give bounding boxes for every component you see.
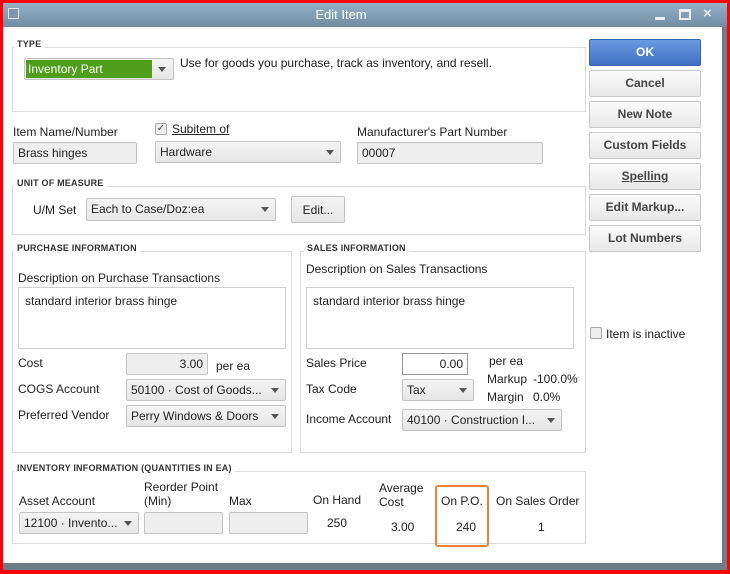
title-bar: Edit Item × <box>3 3 727 27</box>
on-po-label: On P.O. <box>441 494 483 508</box>
reorder-point-input[interactable] <box>144 512 223 534</box>
new-note-button[interactable]: New Note <box>589 101 701 128</box>
ok-button[interactable]: OK <box>589 39 701 66</box>
max-input[interactable] <box>229 512 308 534</box>
max-label: Max <box>229 494 252 508</box>
asset-account-label: Asset Account <box>19 494 96 508</box>
tax-code-label: Tax Code <box>306 382 357 396</box>
income-account-value: 40100 · Construction I... <box>407 413 536 427</box>
cost-input[interactable]: 3.00 <box>126 353 208 375</box>
purchase-desc-textarea[interactable]: standard interior brass hinge <box>18 287 286 349</box>
avg-cost-label: Average <box>379 481 424 495</box>
asset-account-value: 12100 · Invento... <box>24 516 118 530</box>
type-group-label: TYPE <box>14 39 45 49</box>
item-inactive-checkbox[interactable] <box>590 327 602 339</box>
cogs-dropdown[interactable]: 50100 · Cost of Goods... <box>126 379 286 401</box>
inventory-group-label: INVENTORY INFORMATION (QUANTITIES IN EA) <box>14 463 235 473</box>
type-description: Use for goods you purchase, track as inv… <box>180 56 492 70</box>
chevron-down-icon <box>158 67 166 72</box>
chevron-down-icon <box>261 207 269 212</box>
mfr-part-input[interactable]: 00007 <box>357 142 543 164</box>
purchase-desc-label: Description on Purchase Transactions <box>18 271 221 285</box>
reorder-label: Reorder Point <box>144 480 219 494</box>
tax-code-dropdown[interactable]: Tax <box>402 379 474 401</box>
close-icon[interactable]: × <box>703 5 712 22</box>
minimize-icon[interactable] <box>655 17 665 20</box>
cancel-button[interactable]: Cancel <box>589 70 701 97</box>
margin-value: 0.0% <box>533 390 561 404</box>
edit-markup-button[interactable]: Edit Markup... <box>589 194 701 221</box>
margin-label: Margin <box>487 390 524 404</box>
subitem-label: Subitem of <box>172 122 229 136</box>
chevron-down-icon <box>271 388 279 393</box>
subitem-checkbox[interactable]: ✓ <box>155 123 167 135</box>
chevron-down-icon <box>547 418 555 423</box>
sales-desc-textarea[interactable]: standard interior brass hinge <box>306 287 574 349</box>
on-hand-label: On Hand <box>313 493 362 507</box>
income-account-dropdown[interactable]: 40100 · Construction I... <box>402 409 562 431</box>
window-title: Edit Item <box>315 7 367 22</box>
asset-account-dropdown[interactable]: 12100 · Invento... <box>19 512 139 534</box>
markup-label: Markup <box>487 372 528 386</box>
mfr-part-label: Manufacturer's Part Number <box>357 125 508 139</box>
type-selected: Inventory Part <box>26 60 152 78</box>
on-sales-order-label: On Sales Order <box>496 494 580 508</box>
reorder-label-min: (Min) <box>144 494 172 508</box>
chevron-down-icon <box>124 521 132 526</box>
on-sales-order-value: 1 <box>538 520 545 534</box>
um-set-label: U/M Set <box>33 203 77 217</box>
subitem-dropdown[interactable]: Hardware <box>155 141 341 163</box>
cost-label: Cost <box>18 356 43 370</box>
checkmark-icon: ✓ <box>156 123 166 134</box>
sales-price-unit: per ea <box>489 354 524 368</box>
purchase-group-label: PURCHASE INFORMATION <box>14 243 140 253</box>
cogs-value: 50100 · Cost of Goods... <box>131 383 262 397</box>
um-set-value: Each to Case/Doz:ea <box>91 202 205 216</box>
uom-group-label: UNIT OF MEASURE <box>14 178 107 188</box>
chevron-down-icon <box>271 414 279 419</box>
maximize-icon[interactable] <box>679 9 691 20</box>
sales-price-input[interactable]: 0.00 <box>402 353 468 375</box>
uom-edit-button[interactable]: Edit... <box>291 196 345 223</box>
sales-group-label: SALES INFORMATION <box>304 243 409 253</box>
spelling-button[interactable]: Spelling <box>589 163 701 190</box>
income-account-label: Income Account <box>306 412 392 426</box>
on-hand-value: 250 <box>327 516 348 530</box>
subitem-label-text: Subitem of <box>172 122 230 136</box>
subitem-value: Hardware <box>160 145 213 159</box>
cogs-label: COGS Account <box>18 382 100 396</box>
markup-value: -100.0% <box>533 372 578 386</box>
item-name-input[interactable]: Brass hinges <box>13 142 137 164</box>
lot-numbers-button[interactable]: Lot Numbers <box>589 225 701 252</box>
on-po-value: 240 <box>456 520 477 534</box>
chevron-down-icon <box>459 388 467 393</box>
cost-unit: per ea <box>216 359 251 373</box>
sales-desc-label: Description on Sales Transactions <box>306 262 488 276</box>
window-frame <box>722 27 727 570</box>
item-inactive-label: Item is inactive <box>606 327 686 341</box>
window-frame-bottom <box>3 563 727 570</box>
sales-price-label: Sales Price <box>306 356 367 370</box>
item-name-label: Item Name/Number <box>13 125 118 139</box>
vendor-dropdown[interactable]: Perry Windows & Doors <box>126 405 286 427</box>
vendor-label: Preferred Vendor <box>18 408 110 422</box>
custom-fields-button[interactable]: Custom Fields <box>589 132 701 159</box>
type-dropdown[interactable]: Inventory Part <box>24 58 174 80</box>
avg-cost-value: 3.00 <box>391 520 415 534</box>
chevron-down-icon <box>326 150 334 155</box>
um-set-dropdown[interactable]: Each to Case/Doz:ea <box>86 198 276 221</box>
avg-cost-label-2: Cost <box>379 495 404 509</box>
vendor-value: Perry Windows & Doors <box>131 409 259 423</box>
tax-code-value: Tax <box>407 383 426 397</box>
